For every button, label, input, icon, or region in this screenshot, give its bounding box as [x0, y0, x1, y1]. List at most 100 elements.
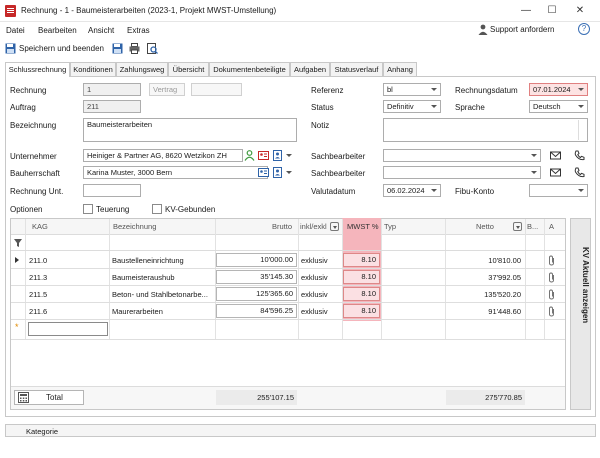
tab-uebersicht[interactable]: Übersicht — [168, 62, 209, 76]
email-icon[interactable] — [550, 150, 561, 161]
row2-kag[interactable]: 211.3 — [29, 270, 47, 285]
kategorie-bar[interactable] — [5, 424, 596, 437]
tab-schlussrechnung[interactable]: Schlussrechnung — [5, 62, 70, 77]
menu-datei[interactable]: Datei — [6, 26, 25, 35]
col-header-inkl-exkl[interactable]: inkl/exkl — [300, 219, 327, 234]
support-request-link[interactable]: Support anfordern — [490, 25, 555, 34]
notiz-textarea[interactable] — [383, 118, 588, 142]
row1-mwst[interactable]: 8.10 — [343, 253, 380, 267]
row1-netto[interactable]: 10'810.00 — [446, 253, 524, 268]
contact-card-red-icon[interactable] — [258, 150, 269, 161]
bauherrschaft-dropdown-icon[interactable] — [286, 171, 292, 174]
kategorie-label[interactable]: Kategorie — [26, 427, 58, 436]
row4-brutto[interactable]: 84'596.25 — [216, 304, 297, 318]
row2-brutto[interactable]: 35'145.30 — [216, 270, 297, 284]
teuerung-checkbox[interactable] — [83, 204, 93, 214]
vertrag-button[interactable]: Vertrag — [149, 83, 185, 96]
row3-brutto[interactable]: 125'365.60 — [216, 287, 297, 301]
support-person-icon[interactable] — [478, 24, 488, 35]
menu-bearbeiten[interactable]: Bearbeiten — [38, 26, 77, 35]
row1-inkl[interactable]: exklusiv — [301, 253, 328, 268]
col-header-netto[interactable]: Netto — [476, 219, 494, 234]
row1-brutto[interactable]: 10'000.00 — [216, 253, 297, 267]
help-icon[interactable]: ? — [578, 23, 590, 35]
tab-aufgaben[interactable]: Aufgaben — [290, 62, 330, 76]
kv-aktuell-anzeigen-label[interactable]: KV Aktuell anzeigen — [571, 225, 590, 345]
col-header-mwst[interactable]: MWST % — [347, 219, 379, 234]
col-header-typ[interactable]: Typ — [384, 219, 396, 234]
minimize-button[interactable]: — — [514, 4, 538, 18]
bezeichnung-field[interactable]: Baumeisterarbeiten — [83, 118, 297, 142]
email-icon-2[interactable] — [550, 167, 561, 178]
row3-bezeichnung[interactable]: Beton- und Stahlbetonarbe... — [112, 287, 208, 302]
row3-netto[interactable]: 135'520.20 — [446, 287, 524, 302]
menu-extras[interactable]: Extras — [127, 26, 150, 35]
kv-gebunden-checkbox[interactable] — [152, 204, 162, 214]
save-close-icon[interactable] — [5, 43, 16, 54]
inkl-filter-chevron-icon[interactable] — [330, 222, 339, 231]
col-header-kag[interactable]: KAG — [32, 219, 48, 234]
netto-filter-chevron-icon[interactable] — [513, 222, 522, 231]
rechnungsdatum-field[interactable]: 07.01.2024 — [529, 83, 588, 96]
print-icon[interactable] — [129, 43, 140, 54]
save-icon[interactable] — [112, 43, 123, 54]
phone-icon-2[interactable] — [574, 167, 585, 178]
row2-netto[interactable]: 37'992.05 — [446, 270, 524, 285]
vertrag-field[interactable] — [191, 83, 242, 96]
unternehmer-dropdown-icon[interactable] — [286, 154, 292, 157]
row4-netto[interactable]: 91'448.60 — [446, 304, 524, 319]
unternehmer-field[interactable]: Heiniger & Partner AG, 8620 Wetzikon ZH — [83, 149, 243, 162]
filter-row[interactable] — [11, 235, 565, 251]
bauherrschaft-field[interactable]: Karina Muster, 3000 Bern — [83, 166, 268, 179]
close-button[interactable]: ✕ — [568, 4, 592, 18]
row4-kag[interactable]: 211.6 — [29, 304, 47, 319]
contact-card-icon[interactable] — [258, 167, 269, 178]
col-header-brutto[interactable]: Brutto — [272, 219, 292, 234]
address-book-icon-2[interactable] — [272, 167, 283, 178]
row3-mwst[interactable]: 8.10 — [343, 287, 380, 301]
fibu-konto-select[interactable] — [529, 184, 588, 197]
tab-statusverlauf[interactable]: Statusverlauf — [330, 62, 383, 76]
row2-inkl[interactable]: exklusiv — [301, 270, 328, 285]
row4-bezeichnung[interactable]: Maurerarbeiten — [112, 304, 163, 319]
row1-bezeichnung[interactable]: Baustelleneinrichtung — [112, 253, 184, 268]
col-header-b[interactable]: B... — [527, 219, 538, 234]
sachbearbeiter-select-2[interactable] — [383, 166, 541, 179]
row1-kag[interactable]: 211.0 — [29, 253, 47, 268]
rechnung-unt-field[interactable] — [83, 184, 141, 197]
filter-icon[interactable] — [14, 239, 22, 247]
rechnung-number-field[interactable]: 1 — [83, 83, 141, 96]
save-close-button[interactable]: Speichern und beenden — [19, 44, 104, 53]
paperclip-icon[interactable] — [548, 306, 555, 317]
maximize-button[interactable]: ☐ — [540, 4, 564, 18]
address-book-icon[interactable] — [272, 150, 283, 161]
person-green-icon[interactable] — [244, 150, 255, 161]
row3-inkl[interactable]: exklusiv — [301, 287, 328, 302]
new-row-kag-input[interactable] — [28, 322, 108, 336]
tab-konditionen[interactable]: Konditionen — [70, 62, 116, 76]
tab-dokumentenbeteiligte[interactable]: Dokumentenbeteiligte — [209, 62, 290, 76]
phone-icon[interactable] — [574, 150, 585, 161]
row3-kag[interactable]: 211.5 — [29, 287, 47, 302]
notiz-scrollbar[interactable] — [578, 120, 586, 140]
row2-mwst[interactable]: 8.10 — [343, 270, 380, 284]
print-preview-icon[interactable] — [147, 43, 158, 54]
status-select[interactable]: Definitiv — [383, 100, 441, 113]
row4-inkl[interactable]: exklusiv — [301, 304, 328, 319]
row4-mwst[interactable]: 8.10 — [343, 304, 380, 318]
paperclip-icon[interactable] — [548, 255, 555, 266]
col-header-a[interactable]: A — [549, 219, 554, 234]
auftrag-field[interactable]: 211 — [83, 100, 141, 113]
sachbearbeiter-select-1[interactable] — [383, 149, 541, 162]
tab-anhang[interactable]: Anhang — [383, 62, 417, 76]
rechnungsdatum-value: 07.01.2024 — [533, 85, 571, 94]
referenz-select[interactable]: bl — [383, 83, 441, 96]
col-header-bezeichnung[interactable]: Bezeichnung — [113, 219, 156, 234]
paperclip-icon[interactable] — [548, 272, 555, 283]
tab-zahlungsweg[interactable]: Zahlungsweg — [116, 62, 168, 76]
sprache-select[interactable]: Deutsch — [529, 100, 588, 113]
row2-bezeichnung[interactable]: Baumeisteraushub — [112, 270, 175, 285]
paperclip-icon[interactable] — [548, 289, 555, 300]
menu-ansicht[interactable]: Ansicht — [88, 26, 114, 35]
valutadatum-field[interactable]: 06.02.2024 — [383, 184, 441, 197]
